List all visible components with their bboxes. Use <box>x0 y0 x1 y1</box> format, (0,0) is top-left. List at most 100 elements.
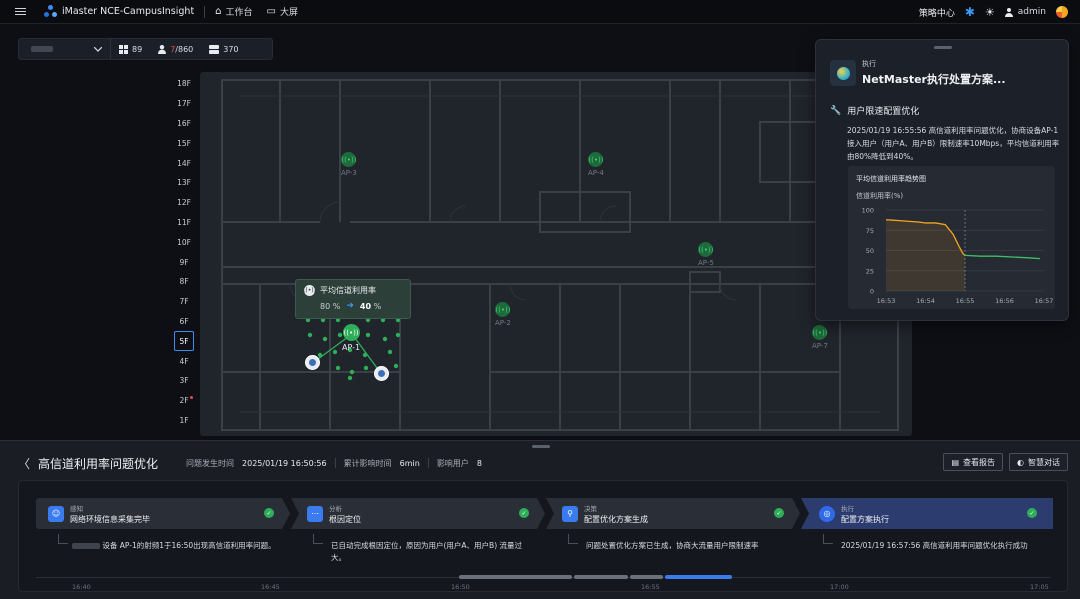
floor-1f[interactable]: 1F <box>173 411 195 431</box>
brand-logo-icon <box>44 5 57 18</box>
wrench-icon: 🔧 <box>830 105 842 116</box>
floor-16f[interactable]: 16F <box>173 114 195 134</box>
floor-17f[interactable]: 17F <box>173 94 195 114</box>
floor-map[interactable]: ((•)) AP-3 ((•)) AP-4 ((•)) AP-5 ((•)) A… <box>200 72 912 436</box>
chart-series-line <box>964 254 1041 260</box>
stat-users-total: /860 <box>175 44 194 54</box>
nav-workbench[interactable]: ⌂ 工作台 <box>215 5 252 18</box>
chart-y-tick: 75 <box>866 227 874 235</box>
floor-7f[interactable]: 7F <box>173 292 195 312</box>
issue-users-value: 8 <box>476 458 482 468</box>
chart-x-tick: 16:53 <box>877 297 896 305</box>
brand[interactable]: iMaster NCE-CampusInsight <box>44 5 194 18</box>
step-analysis[interactable]: ⋯ 分析 根因定位 ✓ <box>291 498 545 529</box>
floor-12f[interactable]: 12F <box>173 193 195 213</box>
switch-icon <box>209 44 220 54</box>
step-detail-decision: 问题处置优化方案已生成，协商大流量用户限制速率 <box>586 541 759 550</box>
issue-duration-value: 6min <box>399 458 420 468</box>
step-detail-analysis: 已自动完成根因定位，原因为用户(用户A、用户B) 流量过大。 <box>331 541 523 562</box>
floor-13f[interactable]: 13F <box>173 173 195 193</box>
ap-marker-ap5[interactable]: ((•)) AP-5 <box>698 242 714 267</box>
tooltip-after-unit: % <box>373 301 382 311</box>
notification-bell-icon[interactable]: ✱ <box>965 5 975 19</box>
tooltip-title: 平均信道利用率 <box>320 286 376 295</box>
ap-marker-ap4[interactable]: ((•)) AP-4 <box>588 152 604 177</box>
netmaster-logo-icon <box>830 60 856 86</box>
floor-8f[interactable]: 8F <box>173 272 195 292</box>
ap-wifi-icon: ((•)) <box>588 152 603 167</box>
ap-label: AP-2 <box>495 319 511 327</box>
step-name: 配置优化方案生成 <box>584 514 648 524</box>
floor-14f[interactable]: 14F <box>173 153 195 173</box>
chevron-down-icon <box>94 46 102 52</box>
site-select[interactable] <box>19 39 111 59</box>
floor-3f[interactable]: 3F <box>173 371 195 391</box>
smart-chat-button[interactable]: ◐ 智慧对话 <box>1009 453 1068 471</box>
step-execute[interactable]: ◎ 执行 配置方案执行 ✓ <box>801 498 1053 529</box>
step-decision[interactable]: ⚲ 决策 配置优化方案生成 ✓ <box>546 498 800 529</box>
ap-marker-ap3[interactable]: ((•)) AP-3 <box>341 152 357 177</box>
floor-18f[interactable]: 18F <box>173 74 195 94</box>
timeline-segment-analysis[interactable] <box>574 575 628 579</box>
wifi-signal-icon: ((•)) <box>303 285 316 296</box>
tooltip-before-value: 80 % <box>320 301 341 311</box>
floor-15f[interactable]: 15F <box>173 133 195 153</box>
back-chevron-icon[interactable]: 〈 <box>18 455 30 472</box>
nav-divider <box>204 5 206 18</box>
execution-panel: 执行 NetMaster执行处置方案... 🔧 用户限速配置优化 2025/01… <box>815 39 1069 321</box>
theme-toggle-icon[interactable]: ☀ <box>985 6 995 19</box>
detail-connector <box>568 534 578 544</box>
floor-5f[interactable]: 5F <box>174 331 194 352</box>
floor-9f[interactable]: 9F <box>173 252 195 272</box>
ap-label: AP-7 <box>812 342 828 350</box>
step-sense[interactable]: ☺ 感知 网络环境信息采集完毕 ✓ <box>36 498 290 529</box>
grid-icon <box>119 44 128 54</box>
step-name: 根因定位 <box>329 514 361 524</box>
floor-11f[interactable]: 11F <box>173 213 195 233</box>
user-menu[interactable]: admin <box>1005 7 1046 17</box>
site-name-redacted <box>31 46 53 52</box>
analysis-icon: ⋯ <box>307 506 323 522</box>
ap-marker-ap7[interactable]: ((•)) AP-7 <box>812 325 828 350</box>
chart-x-tick: 16:56 <box>995 297 1014 305</box>
panel-drag-handle[interactable] <box>934 46 952 49</box>
step-tag: 分析 <box>329 504 342 513</box>
floor-4f[interactable]: 4F <box>173 351 195 371</box>
utilization-trend-chart: 平均信道利用率趋势图 信道利用率(%) 0 25 50 75 100 16:53 16:54… <box>848 166 1055 309</box>
floor-10f[interactable]: 10F <box>173 232 195 252</box>
timeline-tick: 16:50 <box>451 583 470 591</box>
app-badge-icon[interactable] <box>1056 6 1068 18</box>
timeline-segment-sense[interactable] <box>459 575 572 579</box>
stat-devices-value: 89 <box>132 44 143 54</box>
ap-label: AP-3 <box>341 169 357 177</box>
strategy-center-link[interactable]: 策略中心 <box>919 6 955 19</box>
floor-6f[interactable]: 6F <box>173 312 195 332</box>
detail-connector <box>313 534 323 544</box>
ap-wifi-icon: ((•)) <box>812 325 827 340</box>
step-tag: 感知 <box>70 504 83 513</box>
ap-marker-ap2[interactable]: ((•)) AP-2 <box>495 302 511 327</box>
timeline-tick: 16:40 <box>72 583 91 591</box>
timeline-segment-execute[interactable] <box>665 575 732 579</box>
chart-x-tick: 16:57 <box>1035 297 1054 305</box>
stats-bar: 89 7/860 370 <box>18 38 273 60</box>
timeline-tick: 17:05 <box>1030 583 1049 591</box>
execute-icon: ◎ <box>819 505 835 522</box>
chat-icon: ◐ <box>1017 457 1024 467</box>
user-a-avatar[interactable] <box>305 355 320 370</box>
section-drag-handle[interactable] <box>532 445 550 448</box>
person-icon <box>158 44 167 54</box>
alert-dot <box>190 395 193 399</box>
nav-workbench-label: 工作台 <box>225 8 253 18</box>
exec-subtitle: 用户限速配置优化 <box>847 107 920 117</box>
ap-marker-ap1[interactable]: ((•)) AP-1 <box>342 324 360 352</box>
timeline-segment-decision[interactable] <box>630 575 663 579</box>
issue-time-value: 2025/01/19 16:50:56 <box>242 458 327 468</box>
hamburger-menu-icon[interactable] <box>8 0 32 24</box>
floor-2f[interactable]: 2F <box>173 391 195 411</box>
chart-y-tick: 50 <box>866 247 874 255</box>
home-icon: ⌂ <box>215 6 222 17</box>
user-b-avatar[interactable] <box>374 366 389 381</box>
nav-bigscreen[interactable]: ▭ 大屏 <box>267 5 298 18</box>
view-report-button[interactable]: ▤ 查看报告 <box>943 453 1004 471</box>
